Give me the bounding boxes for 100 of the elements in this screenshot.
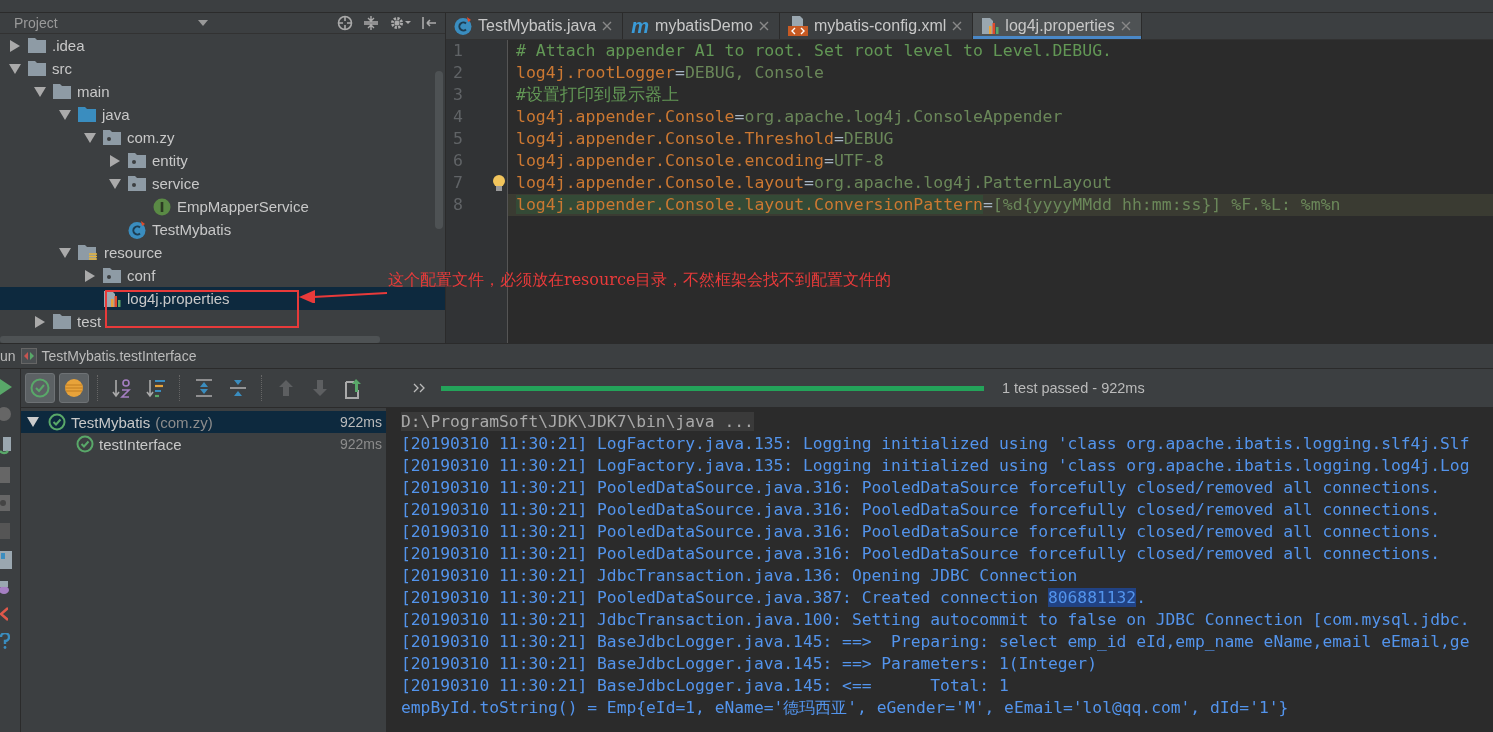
package-folder-icon [128, 153, 146, 168]
more-icon[interactable] [413, 383, 425, 393]
check-circle-icon [29, 377, 51, 399]
test-item[interactable]: TestMybatis (com.zy) 922ms [21, 411, 386, 433]
expanded-arrow-icon[interactable] [9, 63, 21, 74]
tree-label: log4j.properties [127, 290, 230, 307]
properties-file-icon [103, 289, 121, 308]
package-folder-icon [103, 268, 121, 283]
expanded-arrow-icon[interactable] [109, 178, 121, 189]
tree-item[interactable]: conf [0, 264, 162, 287]
code-line: #设置打印到显示器上 [515, 84, 680, 106]
tree-item[interactable]: resource [0, 241, 169, 264]
package-folder-icon [128, 176, 146, 191]
test-item[interactable]: testInterface 922ms [21, 433, 386, 455]
lightbulb-icon[interactable] [492, 174, 506, 192]
up-arrow-icon [277, 378, 295, 398]
test-duration: 922ms [339, 414, 382, 430]
tree-item[interactable]: log4j.properties [0, 287, 445, 310]
tree-item[interactable]: src [0, 57, 78, 80]
tree-item[interactable]: EmpMapperService [0, 195, 315, 218]
tree-label: java [102, 106, 130, 123]
close-icon[interactable] [602, 21, 613, 31]
package-folder-icon [103, 130, 121, 145]
rerun-icon[interactable] [0, 379, 12, 395]
editor-tab[interactable]: TestMybatis.java [446, 13, 624, 39]
folder-icon [28, 61, 46, 76]
expand-all-icon [194, 378, 214, 398]
folder-icon [78, 107, 96, 122]
expanded-arrow-icon[interactable] [34, 86, 46, 97]
console-line: [20190310 11:30:21] PooledDataSource.java.316: PooledDataSource forcefully closed/removed all connections. [401, 500, 1441, 519]
expanded-arrow-icon[interactable] [59, 109, 71, 120]
test-name: TestMybatis [71, 413, 151, 431]
tree-item[interactable]: main [0, 80, 116, 103]
caret-icon[interactable] [197, 20, 208, 26]
tool-window-title[interactable]: un [0, 348, 16, 364]
tree-label: EmpMapperService [177, 198, 309, 215]
console-line: [20190310 11:30:21] PooledDataSource.java.316: PooledDataSource forcefully closed/removed all connections. [401, 522, 1441, 541]
test-duration: 922ms [339, 436, 382, 452]
settings-icon[interactable] [389, 15, 411, 31]
tree-label: TestMybatis [152, 221, 232, 238]
circle-icon [63, 377, 85, 399]
console-line: [20190310 11:30:21] PooledDataSource.java.387: Created connection 806881132. [401, 588, 1146, 607]
sort-alpha-icon [112, 378, 132, 398]
editor-tab[interactable]: m mybatisDemo [623, 13, 780, 39]
tree-item[interactable]: entity [0, 149, 194, 172]
collapsed-arrow-icon[interactable] [85, 269, 95, 282]
console-line: [20190310 11:30:21] PooledDataSource.java.316: PooledDataSource forcefully closed/removed all connections. [401, 478, 1441, 497]
code-line: log4j.appender.Console.Threshold=DEBUG [515, 128, 895, 150]
console-line: empById.toString() = Emp{eId=1, eName='德玛西亚', eGender='M', eEmail='lol@qq.com', dId='1'} [401, 698, 1289, 717]
code-line: log4j.rootLogger=DEBUG, Console [515, 62, 825, 84]
collapse-all-icon [228, 378, 248, 398]
tree-item[interactable]: .idea [0, 34, 91, 57]
tree-label: service [152, 175, 200, 192]
console-line: [20190310 11:30:21] JdbcTransaction.java.136: Opening JDBC Connection [401, 566, 1078, 585]
scrollbar[interactable] [0, 336, 380, 343]
code-line: # Attach appender A1 to root. Set root level to Level.DEBUG. [515, 40, 1114, 62]
collapsed-arrow-icon[interactable] [35, 315, 45, 328]
class-icon [454, 17, 472, 35]
expanded-arrow-icon[interactable] [84, 132, 96, 143]
test-status: 1 test passed - 922ms [1002, 380, 1145, 396]
locate-icon[interactable] [337, 15, 353, 31]
tree-item[interactable]: java [0, 103, 136, 126]
console-line: [20190310 11:30:21] PooledDataSource.java.316: PooledDataSource forcefully closed/removed all connections. [401, 544, 1441, 563]
expanded-arrow-icon[interactable] [27, 417, 39, 427]
close-icon[interactable] [0, 607, 8, 621]
show-passed-button[interactable] [25, 373, 55, 403]
run-config-title[interactable]: TestMybatis.testInterface [41, 348, 197, 364]
close-icon[interactable] [758, 21, 769, 31]
console-line: [20190310 11:30:21] BaseJdbcLogger.java.145: ==> Parameters: 1(Integer) [401, 654, 1097, 673]
editor-tab[interactable]: log4j.properties [973, 13, 1142, 39]
test-package: (com.zy) [155, 413, 213, 431]
export-icon [344, 377, 364, 399]
tree-item[interactable]: com.zy [0, 126, 181, 149]
help-icon[interactable] [0, 633, 10, 649]
tree-item[interactable]: TestMybatis [0, 218, 238, 241]
console-command: D:\ProgramSoft\JDK\JDK7\bin\java ... [401, 412, 754, 431]
properties-file-icon [981, 17, 1000, 35]
close-icon[interactable] [1120, 21, 1131, 31]
test-name: testInterface [99, 435, 182, 453]
hide-icon[interactable] [421, 15, 437, 31]
close-icon[interactable] [952, 21, 963, 31]
tree-label: .idea [52, 37, 85, 54]
expanded-arrow-icon[interactable] [59, 247, 71, 258]
class-icon [128, 220, 146, 239]
collapse-icon[interactable] [363, 15, 379, 31]
collapsed-arrow-icon[interactable] [10, 39, 20, 52]
show-ignored-button[interactable] [59, 373, 89, 403]
sort-icon [146, 378, 166, 398]
panel-title[interactable]: Project [14, 15, 58, 31]
tree-label: conf [127, 267, 156, 284]
editor-tab[interactable]: mybatis-config.xml [779, 13, 974, 39]
console-line: [20190310 11:30:21] BaseJdbcLogger.java.145: <== Total: 1 [401, 676, 1009, 695]
console-line: [20190310 11:30:21] LogFactory.java.135: Logging initialized using 'class org.apache.ibatis.logging.log4j.Log [401, 456, 1470, 475]
run-config-icon [20, 348, 37, 364]
collapsed-arrow-icon[interactable] [110, 154, 120, 167]
maven-icon: m [631, 16, 650, 36]
folder-icon [28, 38, 46, 53]
tree-item[interactable]: service [0, 172, 206, 195]
console-line: [20190310 11:30:21] LogFactory.java.135: Logging initialized using 'class org.apache.ibatis.logging.slf4j.Slf [401, 434, 1470, 453]
tree-item[interactable]: test [0, 310, 108, 333]
